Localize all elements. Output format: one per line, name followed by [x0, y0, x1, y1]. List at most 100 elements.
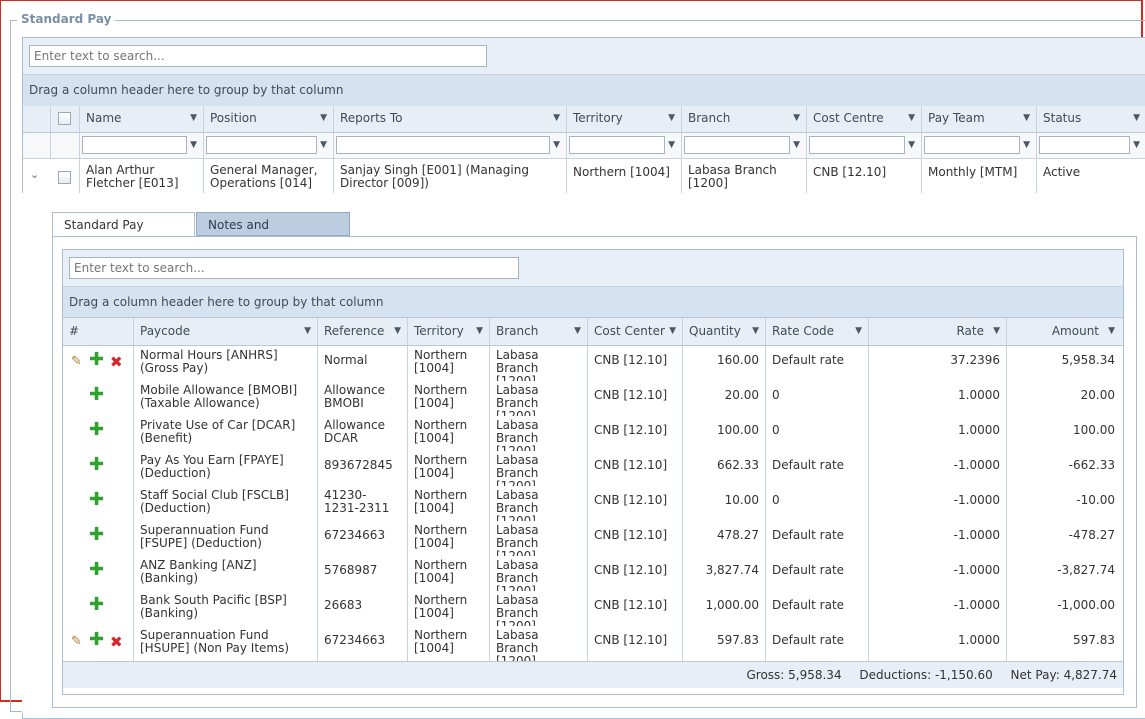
col-header-pay-team[interactable]: Pay Team ▼ — [922, 106, 1037, 132]
col-header-name[interactable]: Name ▼ — [80, 106, 204, 132]
filter-icon[interactable]: ▼ — [908, 133, 915, 158]
expand-col-header — [23, 106, 51, 132]
plus-icon[interactable]: ✚ — [89, 351, 104, 369]
col-header-territory[interactable]: Territory ▼ — [567, 106, 682, 132]
name-filter-field[interactable] — [82, 136, 187, 154]
filter-icon[interactable]: ▼ — [1133, 133, 1140, 158]
col-header-territory[interactable]: Territory ▼ — [408, 318, 490, 345]
employee-detail: Standard Pay Entries Notes and Attachmen… — [22, 193, 1145, 713]
pay-entry-row[interactable]: ✚ ANZ Banking [ANZ](Banking) 5768987 Northe… — [63, 556, 1123, 592]
plus-icon[interactable]: ✚ — [89, 386, 104, 404]
col-header-reports-to[interactable]: Reports To ▼ — [334, 106, 567, 132]
col-header-position[interactable]: Position ▼ — [204, 106, 334, 132]
filter-icon[interactable]: ▼ — [993, 318, 1000, 344]
col-header-paycode[interactable]: Paycode ▼ — [134, 318, 318, 345]
filter-icon[interactable]: ▼ — [908, 106, 915, 131]
row-select-cell[interactable] — [51, 159, 80, 195]
pay-entry-row[interactable]: ✚ Superannuation Fund [FSUPE] (Deduction)… — [63, 521, 1123, 557]
pencil-icon[interactable]: ✎ — [71, 355, 82, 369]
col-header-rate[interactable]: Rate ▼ — [869, 318, 1007, 345]
actions-cell: ✎ ✚ ✖ — [63, 626, 134, 661]
filter-icon[interactable]: ▼ — [320, 106, 327, 131]
reports-to-filter-field[interactable] — [336, 136, 550, 154]
plus-icon[interactable]: ✚ — [89, 526, 104, 544]
tab-standard-pay-entries[interactable]: Standard Pay Entries — [52, 212, 195, 256]
pay-entry-row[interactable]: ✚ Staff Social Club [FSCLB] (Deduction) 41… — [63, 486, 1123, 522]
col-header-branch[interactable]: Branch ▼ — [682, 106, 807, 132]
cross-icon[interactable]: ✖ — [110, 355, 123, 370]
cell-rate-code: Default rate [1] — [766, 521, 869, 556]
employee-search-input[interactable] — [29, 45, 487, 67]
cell-cost-center: CNB [12.10] — [588, 451, 683, 486]
plus-icon[interactable]: ✚ — [89, 631, 104, 649]
filter-icon[interactable]: ▼ — [1023, 106, 1030, 131]
plus-icon[interactable]: ✚ — [89, 596, 104, 614]
filter-icon[interactable]: ▼ — [669, 318, 676, 344]
filter-icon[interactable]: ▼ — [668, 133, 675, 158]
pay-entry-row[interactable]: ✚ Mobile Allowance [BMOBI] (Taxable Allow… — [63, 381, 1123, 417]
select-all-cell[interactable] — [51, 106, 80, 132]
col-header-label: Quantity — [689, 324, 741, 338]
filter-icon[interactable]: ▼ — [553, 133, 560, 158]
cell-pay-team: Monthly [MTM] — [922, 159, 1037, 195]
cost-centre-filter-field[interactable] — [809, 136, 905, 154]
pay-entries-search-input[interactable] — [69, 257, 519, 279]
pay-entry-row[interactable]: ✚ Bank South Pacific [BSP] (Banking) 26683… — [63, 591, 1123, 627]
employee-search-bar — [23, 38, 1145, 75]
filter-icon[interactable]: ▼ — [752, 318, 759, 344]
group-by-bar[interactable]: Drag a column header here to group by th… — [23, 75, 1145, 107]
pay-entry-row[interactable]: ✚ Private Use of Car [DCAR] (Benefit) Allo… — [63, 416, 1123, 452]
pay-entry-row[interactable]: ✚ Pay As You Earn [FPAYE] (Deduction) 8936… — [63, 451, 1123, 487]
employee-filter-row: ▼ ▼ ▼ ▼ ▼ ▼ ▼ ▼ — [23, 133, 1145, 159]
pencil-icon[interactable]: ✎ — [71, 635, 82, 649]
row-checkbox[interactable] — [58, 171, 71, 184]
filter-icon[interactable]: ▼ — [793, 133, 800, 158]
position-filter-field[interactable] — [206, 136, 317, 154]
filter-icon[interactable]: ▼ — [476, 318, 483, 344]
plus-icon[interactable]: ✚ — [89, 561, 104, 579]
status-filter-field[interactable] — [1039, 136, 1130, 154]
filter-icon[interactable]: ▼ — [793, 106, 800, 131]
filter-icon[interactable]: ▼ — [190, 133, 197, 158]
pay-entries-header-row: # Paycode ▼ Reference ▼ Territory ▼ Branch ▼… — [63, 318, 1123, 346]
pay-entry-row[interactable]: ✎ ✚ ✖ Superannuation Fund [HSUPE] (Non Pay … — [63, 626, 1123, 662]
filter-icon[interactable]: ▼ — [320, 133, 327, 158]
cell-amount: -478.27 — [1068, 528, 1115, 542]
filter-icon[interactable]: ▼ — [304, 318, 311, 344]
plus-icon[interactable]: ✚ — [89, 421, 104, 439]
select-all-checkbox[interactable] — [58, 112, 71, 125]
plus-icon[interactable]: ✚ — [89, 456, 104, 474]
filter-icon[interactable]: ▼ — [190, 106, 197, 131]
cell-paycode: Mobile Allowance [BMOBI] (Taxable Allowa… — [134, 381, 318, 416]
filter-icon[interactable]: ▼ — [1023, 133, 1030, 158]
col-header-cost-centre[interactable]: Cost Centre ▼ — [807, 106, 922, 132]
cell-paycode: Normal Hours [ANHRS](Gross Pay) — [134, 346, 318, 381]
filter-icon[interactable]: ▼ — [855, 318, 862, 344]
tab-notes-and-attachments[interactable]: Notes and Attachments — [196, 212, 350, 256]
filter-icon[interactable]: ▼ — [668, 106, 675, 131]
cross-icon[interactable]: ✖ — [110, 635, 123, 650]
filter-icon[interactable]: ▼ — [394, 318, 401, 344]
col-header-cost-center[interactable]: Cost Center ▼ — [588, 318, 683, 345]
col-header-branch[interactable]: Branch ▼ — [490, 318, 588, 345]
col-header-status[interactable]: Status ▼ — [1037, 106, 1145, 132]
group-by-bar[interactable]: Drag a column header here to group by th… — [63, 287, 1123, 318]
filter-icon[interactable]: ▼ — [1108, 318, 1115, 344]
col-header-rate-code[interactable]: Rate Code ▼ — [766, 318, 869, 345]
employee-row[interactable]: ⌄ Alan Arthur Fletcher [E013] General Ma… — [23, 159, 1145, 196]
filter-icon[interactable]: ▼ — [553, 106, 560, 131]
territory-filter-field[interactable] — [569, 136, 665, 154]
branch-filter-field[interactable] — [684, 136, 790, 154]
col-header-quantity[interactable]: Quantity ▼ — [683, 318, 766, 345]
pay-team-filter-field[interactable] — [924, 136, 1020, 154]
expand-cell[interactable]: ⌄ — [23, 159, 51, 195]
chevron-down-icon[interactable]: ⌄ — [30, 168, 39, 181]
cell-cost-center: CNB [12.10] — [588, 556, 683, 591]
filter-icon[interactable]: ▼ — [574, 318, 581, 344]
pay-entry-row[interactable]: ✎ ✚ ✖ Normal Hours [ANHRS](Gross Pay) Normal… — [63, 346, 1123, 382]
col-header-amount[interactable]: Amount ▼ — [1007, 318, 1121, 345]
plus-icon[interactable]: ✚ — [89, 491, 104, 509]
filter-icon[interactable]: ▼ — [1133, 106, 1140, 131]
cell-rate: -1.0000 — [869, 521, 1007, 556]
col-header-reference[interactable]: Reference ▼ — [318, 318, 408, 345]
